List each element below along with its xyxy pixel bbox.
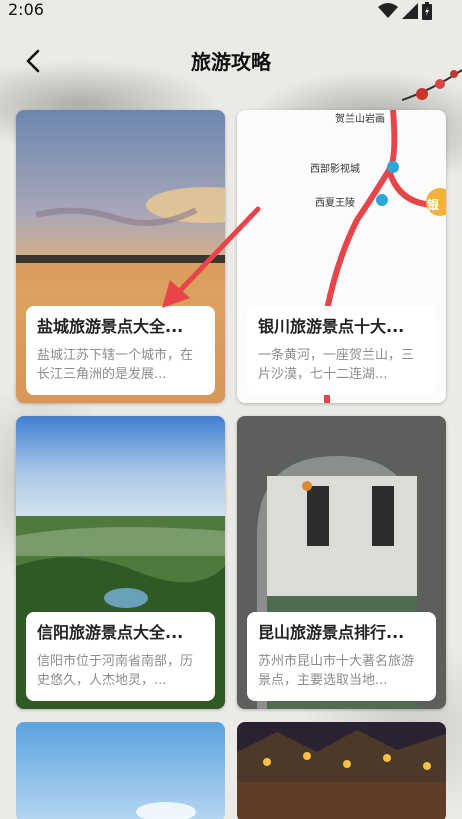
map-station-dot [376, 194, 388, 206]
status-time: 2:06 [8, 0, 44, 19]
card-description: 信阳市位于河南省南部，历史悠久，人杰地灵，... [37, 654, 194, 688]
guide-card-partial[interactable] [237, 722, 446, 819]
annotation-arrow-icon [162, 206, 261, 308]
card-title: 银川旅游景点十大... [258, 317, 405, 336]
card-info: 昆山旅游景点排行... 苏州市昆山市十大著名旅游景点，主要选取当地... [247, 612, 436, 701]
card-info: 信阳旅游景点大全... 信阳市位于河南省南部，历史悠久，人杰地灵，... [26, 612, 215, 701]
map-station-dot [387, 161, 399, 173]
card-info: 盐城旅游景点大全... 盐城江苏下辖一个城市，在长江三角洲的是发展... [26, 306, 215, 395]
signal-icon [402, 3, 418, 19]
card-title: 盐城旅游景点大全... [37, 317, 184, 336]
map-label-a: 西部影视城 [310, 164, 360, 175]
card-description: 苏州市昆山市十大著名旅游景点，主要选取当地... [258, 654, 415, 688]
map-label-c: 银川 [427, 198, 440, 229]
guide-card[interactable]: 信阳旅游景点大全... 信阳市位于河南省南部，历史悠久，人杰地灵，... [16, 416, 225, 709]
card-info: 银川旅游景点十大... 一条黄河，一座贺兰山，三片沙漠，七十二连湖... [247, 306, 436, 395]
guide-card[interactable]: 贺兰山岩画 西部影视城 西夏王陵 银川 银川旅游景点十大... 一条黄河，一座贺… [237, 110, 446, 403]
card-description: 盐城江苏下辖一个城市，在长江三角洲的是发展... [37, 348, 194, 382]
card-title: 昆山旅游景点排行... [258, 623, 405, 642]
status-bar: 2:06 [0, 0, 462, 22]
guide-card-partial[interactable] [16, 722, 225, 819]
map-label-b: 西夏王陵 [315, 198, 355, 209]
card-image-sky [16, 722, 225, 819]
page-title: 旅游攻略 [191, 50, 271, 74]
battery-icon [422, 2, 432, 20]
card-image-night-street [237, 722, 446, 819]
wifi-icon [378, 3, 398, 18]
status-icons [378, 2, 432, 20]
app-bar: 旅游攻略 [0, 38, 462, 82]
guide-card[interactable]: 昆山旅游景点排行... 苏州市昆山市十大著名旅游景点，主要选取当地... [237, 416, 446, 709]
card-description: 一条黄河，一座贺兰山，三片沙漠，七十二连湖... [258, 348, 415, 382]
card-title: 信阳旅游景点大全... [37, 623, 184, 642]
map-label-top: 贺兰山岩画 [335, 114, 385, 125]
